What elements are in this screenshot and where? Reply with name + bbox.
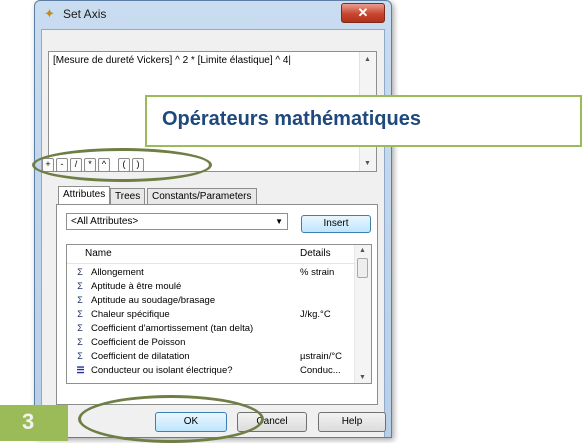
list-item[interactable]: Σ Chaleur spécifique J/kg.°C	[67, 308, 357, 321]
attribute-filter-value: <All Attributes>	[71, 216, 139, 227]
scroll-down-icon[interactable]: ▼	[364, 160, 371, 167]
axis-icon: ✦	[44, 6, 55, 21]
tab-attributes[interactable]: Attributes	[58, 186, 111, 205]
help-button[interactable]: Help	[318, 412, 386, 432]
callout-text: Opérateurs mathématiques	[162, 108, 421, 130]
step-badge: 3	[0, 405, 68, 441]
close-icon: ✕	[357, 5, 369, 20]
attribute-filter-select[interactable]: <All Attributes> ▼	[66, 213, 288, 230]
bars-icon: ☰	[76, 365, 84, 375]
window-title: Set Axis	[63, 7, 107, 21]
list-item[interactable]: Σ Coefficient de dilatation µstrain/°C	[67, 350, 357, 363]
title-bar[interactable]: ✦ Set Axis ✕	[35, 1, 391, 27]
callout-box: Opérateurs mathématiques	[145, 95, 582, 147]
close-button[interactable]: ✕	[341, 3, 385, 23]
tab-constants-parameters[interactable]: Constants/Parameters	[147, 188, 257, 204]
column-header-name[interactable]: Name	[85, 245, 112, 263]
list-scrollbar[interactable]: ▲ ▼	[354, 245, 371, 383]
sigma-icon: Σ	[77, 337, 83, 347]
step-number: 3	[22, 409, 35, 434]
formula-text: [Mesure de dureté Vickers] ^ 2 * [Limite…	[53, 55, 292, 66]
list-item[interactable]: Σ Coefficient d'amortissement (tan delta…	[67, 322, 357, 335]
sigma-icon: Σ	[77, 351, 83, 361]
scroll-down-icon[interactable]: ▼	[359, 374, 366, 381]
list-item[interactable]: Σ Aptitude au soudage/brasage	[67, 294, 357, 307]
sigma-icon: Σ	[77, 295, 83, 305]
list-header: Name Details	[67, 245, 357, 264]
insert-button[interactable]: Insert	[301, 215, 371, 233]
tab-trees[interactable]: Trees	[110, 188, 146, 204]
list-item[interactable]: ☰ Conducteur ou isolant électrique? Cond…	[67, 364, 357, 377]
sigma-icon: Σ	[77, 323, 83, 333]
attribute-list[interactable]: Name Details Σ Allongement % strain Σ Ap…	[66, 244, 372, 384]
sigma-icon: Σ	[77, 309, 83, 319]
scroll-thumb[interactable]	[357, 258, 368, 278]
column-header-details[interactable]: Details	[300, 245, 331, 263]
list-item[interactable]: Σ Allongement % strain	[67, 266, 357, 279]
ok-highlight-oval	[78, 395, 264, 443]
operators-highlight-oval	[32, 148, 212, 182]
list-item[interactable]: Σ Aptitude à être moulé	[67, 280, 357, 293]
scroll-up-icon[interactable]: ▲	[359, 247, 366, 254]
list-item[interactable]: Σ Coefficient de Poisson	[67, 336, 357, 349]
sigma-icon: Σ	[77, 267, 83, 277]
sigma-icon: Σ	[77, 281, 83, 291]
chevron-down-icon[interactable]: ▼	[275, 214, 283, 229]
scroll-up-icon[interactable]: ▲	[364, 56, 371, 63]
